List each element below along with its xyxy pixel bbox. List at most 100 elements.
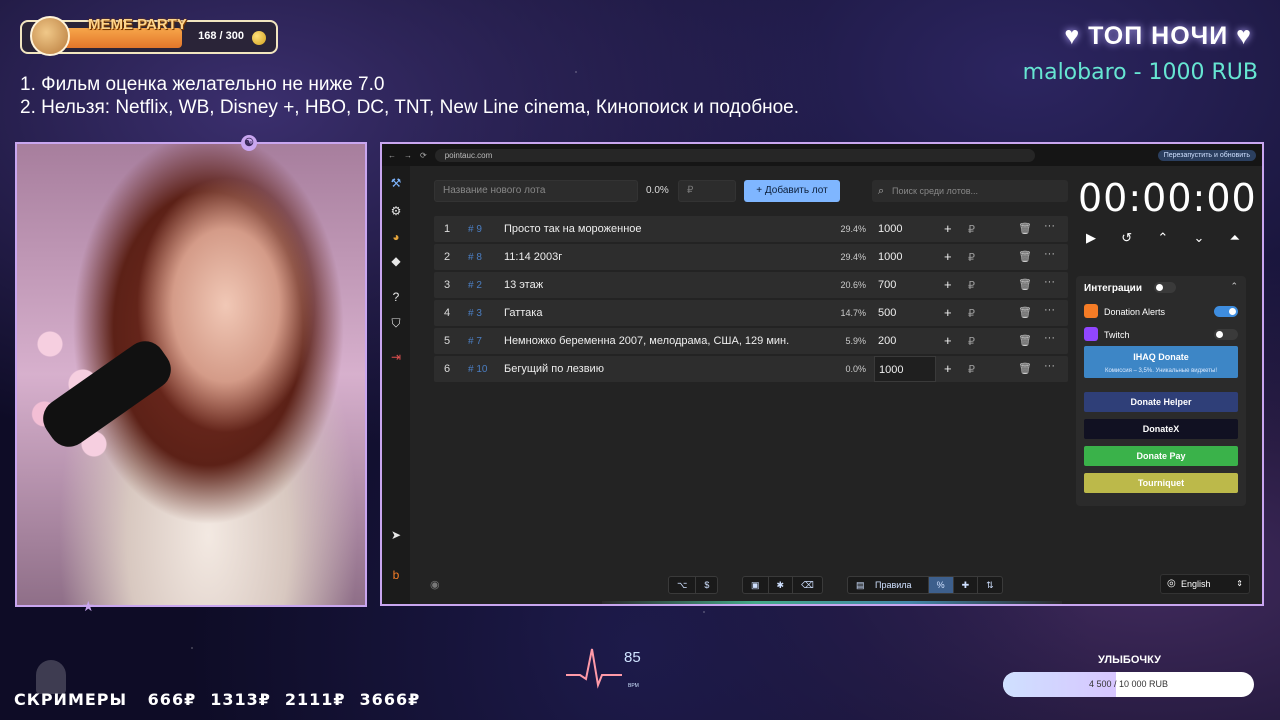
doge-icon [30, 16, 70, 56]
ruble-icon[interactable]: ₽ [968, 363, 975, 376]
reload-icon[interactable]: ⟳ [420, 151, 427, 160]
integration-button[interactable]: Donate Pay [1084, 446, 1238, 466]
integration-button[interactable]: Donate Helper [1084, 392, 1238, 412]
rule-1: 1. Фильм оценка желательно не ниже 7.0 [20, 74, 385, 95]
plus-icon[interactable]: + [944, 277, 952, 292]
lot-search-input[interactable]: ⌕ Поиск среди лотов... [872, 180, 1068, 202]
integration-icon [1084, 304, 1098, 318]
lot-index: 1 [444, 223, 451, 235]
trash-icon[interactable]: 🗑 [1018, 222, 1032, 235]
trash-icon[interactable]: 🗑 [1018, 306, 1032, 319]
percent-toggle[interactable]: % [928, 577, 954, 593]
chevron-down-icon[interactable]: ⌄ [1193, 230, 1204, 246]
double-chevron-up-icon[interactable]: ⏶ [1230, 230, 1240, 246]
more-icon[interactable]: ··· [1044, 304, 1055, 316]
github-icon[interactable]: ⌥ [669, 577, 697, 593]
split-icon[interactable]: ✚ [954, 577, 979, 593]
address-bar[interactable]: pointauc.com [434, 148, 1035, 162]
plus-icon[interactable]: + [944, 305, 952, 320]
rules-button[interactable]: ▤ Правила [848, 577, 929, 593]
telegram-icon[interactable]: ➤ [389, 528, 403, 542]
dollar-icon[interactable]: $ [696, 577, 717, 593]
screamers-widget: СКРИМЕРЫ 666₽ 1313₽ 2111₽ 3666₽ [14, 690, 420, 709]
mode-group: ▤ Правила % ✚ ⇅ [847, 576, 1003, 594]
trash-icon[interactable]: 🗑 [1018, 278, 1032, 291]
ruble-icon[interactable]: ₽ [968, 251, 975, 264]
wheel-icon[interactable]: ◕ [389, 230, 403, 244]
ruble-icon[interactable]: ₽ [968, 307, 975, 320]
forward-icon[interactable]: → [404, 151, 412, 160]
chevron-updown-icon: ⇕ [1236, 579, 1243, 588]
add-lot-button[interactable]: + Добавить лот [744, 180, 840, 202]
lot-amount[interactable]: 1000 [874, 244, 936, 270]
lot-name[interactable]: Гаттака [504, 307, 542, 319]
integration-icon [1084, 327, 1098, 341]
webcam-feed [15, 142, 367, 607]
clear-icon[interactable]: ⌫ [793, 577, 822, 593]
play-icon[interactable]: ▶ [1086, 230, 1096, 246]
relaunch-button[interactable]: Перезапустить и обновить [1157, 149, 1256, 161]
trash-icon[interactable]: 🗑 [1018, 362, 1032, 375]
lot-amount[interactable]: 200 [874, 328, 936, 354]
plus-icon[interactable]: + [944, 221, 952, 236]
lot-percent: 5.9% [845, 336, 866, 346]
trash-icon[interactable]: 🗑 [1018, 250, 1032, 263]
meme-party-title: MEME PARTY [88, 16, 187, 33]
plus-icon[interactable]: + [944, 249, 952, 264]
lot-amount[interactable]: 500 [874, 300, 936, 326]
layers-icon[interactable]: ◆ [389, 254, 403, 268]
reset-icon[interactable]: ↺ [1121, 230, 1132, 246]
new-lot-input[interactable]: Название нового лота [434, 180, 638, 202]
shield-icon[interactable]: ⛉ [389, 316, 403, 330]
lot-amount[interactable]: 1000 [874, 216, 936, 242]
more-icon[interactable]: ··· [1044, 360, 1055, 372]
lot-name[interactable]: Немножко беременна 2007, мелодрама, США,… [504, 335, 789, 347]
lot-name[interactable]: 11:14 2003г [504, 251, 562, 263]
globe-icon: ◎ [1167, 578, 1176, 589]
plus-icon[interactable]: + [944, 333, 952, 348]
integration-button[interactable]: DonateX [1084, 419, 1238, 439]
lot-name[interactable]: Просто так на мороженное [504, 223, 642, 235]
more-icon[interactable]: ··· [1044, 332, 1055, 344]
chevron-up-icon[interactable]: ⌃ [1157, 230, 1168, 246]
gavel-icon[interactable]: ⚒ [389, 176, 403, 190]
sort-icon[interactable]: ⇅ [978, 577, 1002, 593]
lot-id: # 8 [468, 252, 482, 263]
save-icon[interactable]: ▣ [743, 577, 769, 593]
gear-icon[interactable]: ⚙ [389, 204, 403, 218]
logout-icon[interactable]: ⇥ [389, 350, 403, 364]
rules-label: Правила [875, 580, 912, 590]
new-lot-amount-input[interactable]: ₽ [678, 180, 736, 202]
more-icon[interactable]: ··· [1044, 248, 1055, 260]
add-lot-label: Добавить лот [764, 185, 828, 196]
lot-index: 5 [444, 335, 451, 347]
more-icon[interactable]: ··· [1044, 220, 1055, 232]
plus-icon[interactable]: + [944, 361, 952, 376]
lot-percent: 0.0% [845, 364, 866, 374]
more-icon[interactable]: ··· [1044, 276, 1055, 288]
ihaq-donate-button[interactable]: IHAQ Donate Комиссия – 3,5%. Уникальные … [1084, 346, 1238, 378]
integration-button[interactable]: Tourniquet [1084, 473, 1238, 493]
lot-amount[interactable]: 700 [874, 272, 936, 298]
ruble-icon[interactable]: ₽ [968, 335, 975, 348]
language-select[interactable]: ◎ English ⇕ [1160, 574, 1250, 594]
ruble-icon[interactable]: ₽ [968, 279, 975, 292]
chevron-up-icon[interactable]: ⌃ [1230, 281, 1238, 292]
eye-icon[interactable]: ◉ [430, 578, 440, 591]
integration-toggle[interactable] [1214, 329, 1238, 340]
lot-name[interactable]: 13 этаж [504, 279, 543, 291]
integration-toggle[interactable] [1214, 306, 1238, 317]
heart-icon: ♥ [1236, 22, 1252, 50]
ruble-icon[interactable]: ₽ [968, 223, 975, 236]
integration-label: Donation Alerts [1104, 307, 1166, 317]
trash-icon[interactable]: 🗑 [1018, 334, 1032, 347]
back-icon[interactable]: ← [388, 151, 396, 160]
lot-id: # 2 [468, 280, 482, 291]
window-glow [602, 601, 1062, 604]
bug-icon[interactable]: ✱ [769, 577, 794, 593]
help-icon[interactable]: ? [389, 290, 403, 304]
integrations-toggle[interactable] [1154, 282, 1176, 293]
lot-amount[interactable]: 1000 [874, 356, 936, 382]
top-night-title: ♥ ТОП НОЧИ ♥ [1064, 22, 1252, 51]
lot-name[interactable]: Бегущий по лезвию [504, 363, 604, 375]
